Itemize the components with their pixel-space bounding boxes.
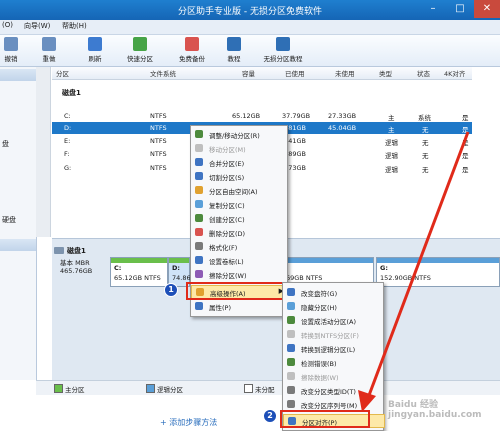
arrow-line <box>366 131 470 399</box>
annotation-arrow <box>358 131 470 412</box>
arrow-head <box>358 390 376 412</box>
